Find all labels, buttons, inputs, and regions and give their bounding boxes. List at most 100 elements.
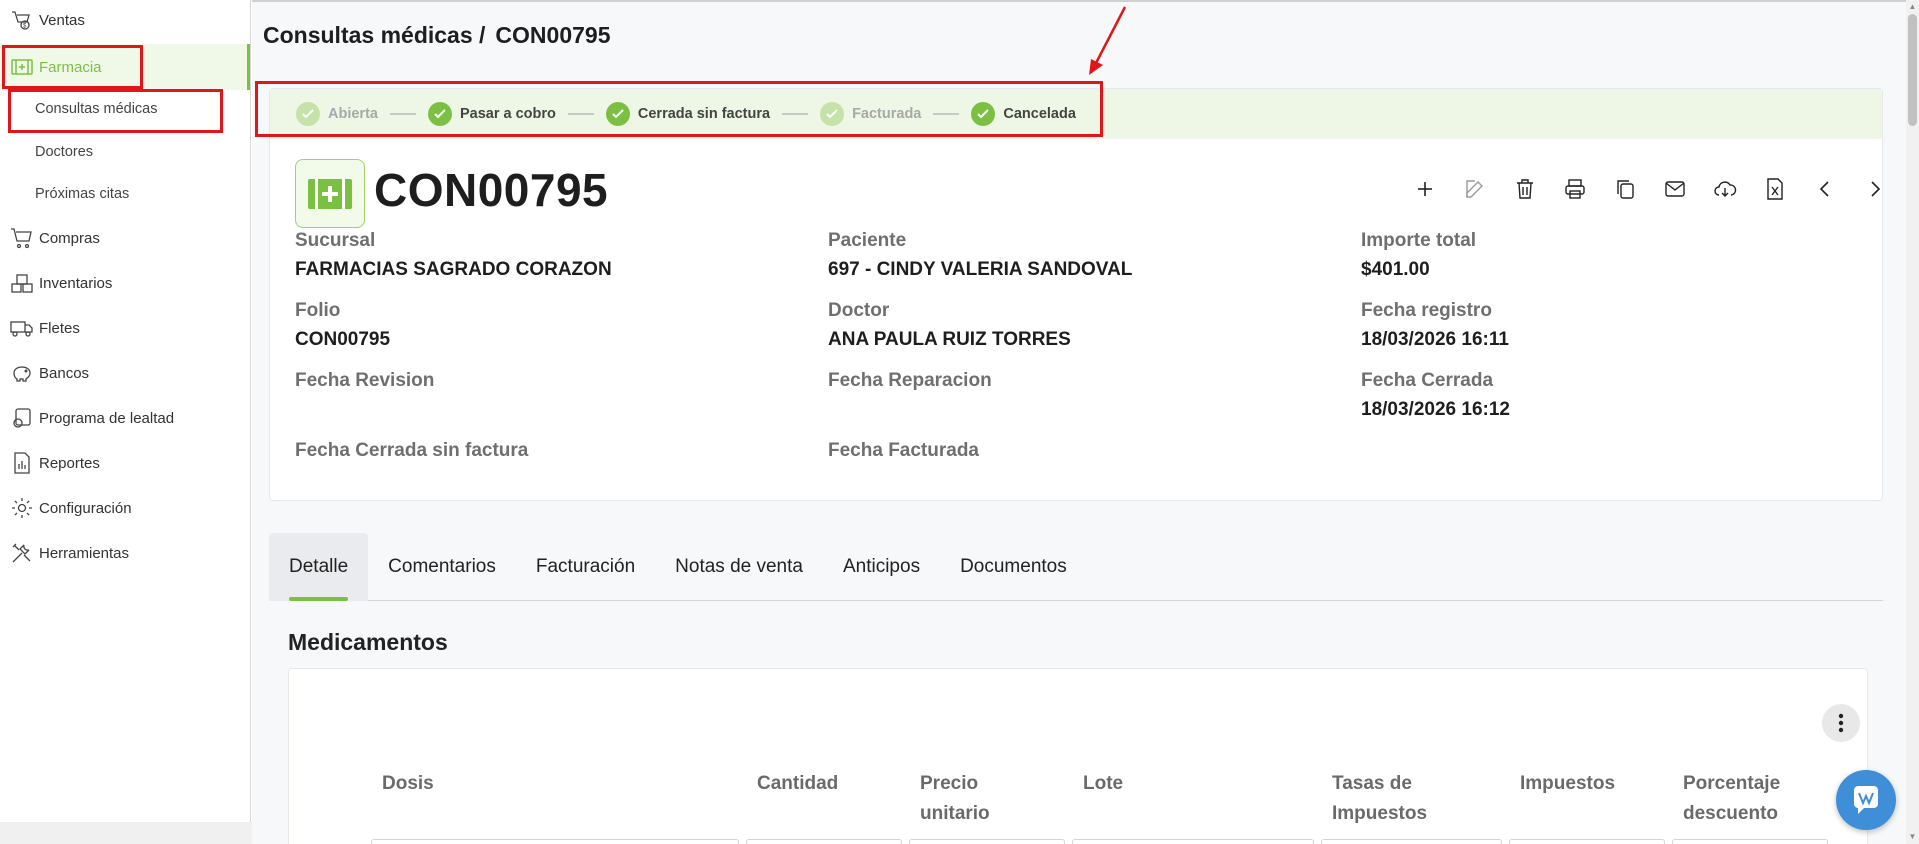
fecha-cerrada-label: Fecha Cerrada bbox=[1361, 370, 1494, 391]
chat-support-button[interactable] bbox=[1836, 770, 1896, 830]
column-header-line: unitario bbox=[920, 803, 990, 824]
cloud-download-icon[interactable] bbox=[1700, 169, 1750, 209]
check-icon bbox=[427, 102, 452, 126]
scroll-down-icon[interactable]: ▼ bbox=[1908, 832, 1917, 841]
column-header-line: Cantidad bbox=[757, 773, 839, 794]
sidebar-item-reportes[interactable]: Reportes bbox=[0, 443, 250, 483]
excel-icon[interactable] bbox=[1750, 169, 1800, 209]
fecha-registro-label: Fecha registro bbox=[1361, 300, 1492, 321]
tab-anticipos[interactable]: Anticipos bbox=[823, 533, 940, 601]
top-divider bbox=[252, 0, 1919, 2]
app-page: $ Ventas Farmacia Consultas médicas Doct… bbox=[0, 0, 1919, 844]
scrollbar[interactable]: ▲ ▼ bbox=[1906, 0, 1919, 844]
status-step-label: Facturada bbox=[852, 106, 922, 122]
sales-icon: $ bbox=[9, 7, 35, 33]
paciente-label: Paciente bbox=[828, 230, 907, 251]
status-step-abierta[interactable]: Abierta bbox=[296, 102, 378, 126]
column-header-line: Impuestos bbox=[1520, 773, 1616, 794]
status-step-label: Abierta bbox=[328, 106, 378, 122]
column-header-porcentaje-descuento[interactable]: Porcentaje descuento bbox=[1683, 769, 1780, 829]
chat-icon bbox=[1854, 786, 1878, 814]
more-options-icon[interactable] bbox=[1822, 704, 1860, 742]
impuestos-input[interactable] bbox=[1509, 839, 1665, 844]
tab-facturacion[interactable]: Facturación bbox=[516, 533, 655, 601]
status-step-label: Cerrada sin factura bbox=[637, 106, 771, 122]
column-header-precio-unitario[interactable]: Precio unitario bbox=[920, 769, 990, 829]
breadcrumb-record: CON00795 bbox=[495, 22, 611, 48]
column-header-cantidad[interactable]: Cantidad bbox=[757, 769, 838, 799]
sidebar-subitem-proximas-citas[interactable]: Próximas citas bbox=[35, 176, 129, 212]
status-step-pasar-a-cobro[interactable]: Pasar a cobro bbox=[427, 102, 556, 126]
precio-input[interactable] bbox=[909, 839, 1065, 844]
column-header-line: Porcentaje bbox=[1683, 773, 1781, 794]
sidebar-item-compras[interactable]: Compras bbox=[0, 218, 250, 258]
chevron-left-icon[interactable] bbox=[1800, 169, 1850, 209]
plus-icon[interactable] bbox=[1400, 169, 1450, 209]
importe-total-value: $401.00 bbox=[1361, 259, 1430, 280]
sidebar-item-inventarios[interactable]: Inventarios bbox=[0, 263, 250, 303]
scroll-up-icon[interactable]: ▲ bbox=[1908, 2, 1917, 11]
breadcrumb-section[interactable]: Consultas médicas / bbox=[263, 22, 485, 49]
copy-icon[interactable] bbox=[1600, 169, 1650, 209]
status-step-cerrada-sin-factura[interactable]: Cerrada sin factura bbox=[605, 102, 771, 126]
tab-comentarios[interactable]: Comentarios bbox=[368, 533, 516, 601]
sidebar-subitem-consultas[interactable]: Consultas médicas bbox=[35, 91, 158, 127]
loyalty-icon bbox=[9, 405, 35, 431]
sidebar-item-label: Inventarios bbox=[39, 274, 113, 292]
fecha-revision-label: Fecha Revision bbox=[295, 370, 435, 391]
section-title: Medicamentos bbox=[288, 629, 448, 655]
boxes-icon bbox=[9, 270, 35, 296]
sidebar-footer bbox=[0, 822, 252, 844]
record-tabs: Detalle Comentarios Facturación Notas de… bbox=[269, 533, 1883, 601]
cantidad-input[interactable] bbox=[746, 839, 902, 844]
sidebar-item-bancos[interactable]: Bancos bbox=[0, 353, 250, 393]
piggy-bank-icon bbox=[9, 360, 35, 386]
chevron-right-icon[interactable] bbox=[1850, 169, 1900, 209]
gear-icon bbox=[9, 495, 35, 521]
status-step-facturada[interactable]: Facturada bbox=[820, 102, 921, 126]
pharmacy-icon bbox=[295, 159, 365, 228]
annotation-arrow bbox=[1089, 6, 1127, 75]
tools-icon bbox=[9, 540, 35, 566]
edit-icon[interactable] bbox=[1450, 169, 1500, 209]
sidebar-item-label: Farmacia bbox=[39, 58, 102, 76]
dosis-input[interactable] bbox=[371, 839, 739, 844]
column-header-dosis[interactable]: Dosis bbox=[382, 769, 434, 799]
scroll-thumb[interactable] bbox=[1908, 14, 1917, 126]
lote-input[interactable] bbox=[1072, 839, 1314, 844]
column-header-line: Lote bbox=[1083, 773, 1124, 794]
sidebar-subitem-doctores[interactable]: Doctores bbox=[35, 134, 93, 170]
doctor-label: Doctor bbox=[828, 300, 890, 321]
check-icon bbox=[820, 102, 845, 126]
sidebar-item-ventas[interactable]: $ Ventas bbox=[0, 0, 250, 40]
sidebar-subitem-label: Doctores bbox=[35, 144, 94, 160]
descuento-input[interactable] bbox=[1672, 839, 1828, 844]
status-step-label: Cancelada bbox=[1003, 106, 1076, 122]
sidebar-item-herramientas[interactable]: Herramientas bbox=[0, 533, 250, 573]
sucursal-label: Sucursal bbox=[295, 230, 376, 251]
step-divider bbox=[567, 113, 594, 115]
column-header-line: Tasas de bbox=[1332, 773, 1412, 794]
sidebar-item-fletes[interactable]: Fletes bbox=[0, 308, 250, 348]
status-step-cancelada[interactable]: Cancelada bbox=[971, 102, 1076, 126]
tab-detalle[interactable]: Detalle bbox=[269, 533, 369, 601]
print-icon[interactable] bbox=[1550, 169, 1600, 209]
mail-icon[interactable] bbox=[1650, 169, 1700, 209]
record-title: CON00795 bbox=[374, 164, 609, 216]
step-divider bbox=[389, 113, 416, 115]
column-header-impuestos[interactable]: Impuestos bbox=[1520, 769, 1615, 799]
check-icon bbox=[971, 102, 996, 126]
sidebar-item-farmacia[interactable]: Farmacia bbox=[0, 44, 250, 90]
tab-notas-de-venta[interactable]: Notas de venta bbox=[655, 533, 823, 601]
sidebar-item-configuracion[interactable]: Configuración bbox=[0, 488, 250, 528]
fecha-cerrada-value: 18/03/2026 16:12 bbox=[1361, 399, 1510, 420]
tasas-input[interactable] bbox=[1321, 839, 1502, 844]
fecha-facturada-label: Fecha Facturada bbox=[828, 440, 979, 461]
trash-icon[interactable] bbox=[1500, 169, 1550, 209]
sidebar-item-lealtad[interactable]: Programa de lealtad bbox=[0, 398, 250, 438]
fecha-cerrada-sin-factura-label: Fecha Cerrada sin factura bbox=[295, 440, 529, 461]
pharmacy-icon bbox=[9, 54, 35, 80]
tab-documentos[interactable]: Documentos bbox=[940, 533, 1087, 601]
column-header-lote[interactable]: Lote bbox=[1083, 769, 1123, 799]
column-header-tasas-impuestos[interactable]: Tasas de Impuestos bbox=[1332, 769, 1427, 829]
